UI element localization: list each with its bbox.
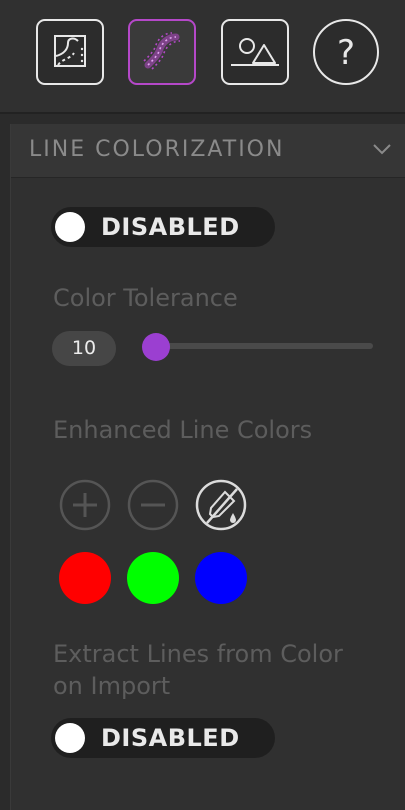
- extract-lines-toggle-label: DISABLED: [101, 724, 240, 752]
- top-toolbar: ?: [0, 0, 405, 114]
- toggle-knob: [55, 212, 85, 242]
- extract-lines-toggle[interactable]: DISABLED: [51, 718, 275, 758]
- extract-lines-label: Extract Lines from Color on Import: [53, 638, 343, 702]
- add-color-icon[interactable]: [59, 479, 111, 531]
- vectorize-icon: [54, 35, 86, 67]
- line-colorization-panel: LINE COLORIZATION DISABLED Color Toleran…: [10, 124, 405, 810]
- image-tool-button[interactable]: [221, 19, 289, 85]
- color-swatch-red[interactable]: [59, 552, 111, 604]
- panel-title: LINE COLORIZATION: [29, 137, 285, 162]
- chevron-down-icon[interactable]: [372, 142, 392, 156]
- help-button[interactable]: ?: [313, 19, 379, 85]
- toggle-knob: [55, 723, 85, 753]
- line-tool-button[interactable]: [128, 19, 196, 85]
- enhanced-line-colors-label: Enhanced Line Colors: [53, 416, 313, 444]
- color-swatch-green[interactable]: [127, 552, 179, 604]
- extract-lines-label-line2: on Import: [53, 672, 171, 700]
- colorization-toggle-label: DISABLED: [101, 213, 240, 241]
- color-tolerance-slider-track[interactable]: [145, 343, 373, 349]
- color-tolerance-slider-thumb[interactable]: [142, 333, 170, 361]
- remove-color-icon[interactable]: [127, 479, 179, 531]
- help-icon: ?: [337, 33, 355, 73]
- extract-lines-label-line1: Extract Lines from Color: [53, 640, 343, 668]
- colorization-toggle[interactable]: DISABLED: [51, 207, 275, 247]
- panel-header[interactable]: LINE COLORIZATION: [11, 124, 405, 178]
- app-root: ? LINE COLORIZATION DISABLED Color Toler…: [0, 0, 405, 810]
- color-tolerance-label: Color Tolerance: [53, 284, 238, 312]
- color-swatch-blue[interactable]: [195, 552, 247, 604]
- line-curve-icon: [143, 32, 181, 70]
- eyedropper-off-icon[interactable]: [195, 479, 247, 531]
- vectorize-tool-button[interactable]: [36, 19, 104, 85]
- image-shapes-icon: [231, 38, 279, 66]
- color-tolerance-value[interactable]: 10: [52, 331, 116, 366]
- help-glyph: ?: [337, 33, 355, 73]
